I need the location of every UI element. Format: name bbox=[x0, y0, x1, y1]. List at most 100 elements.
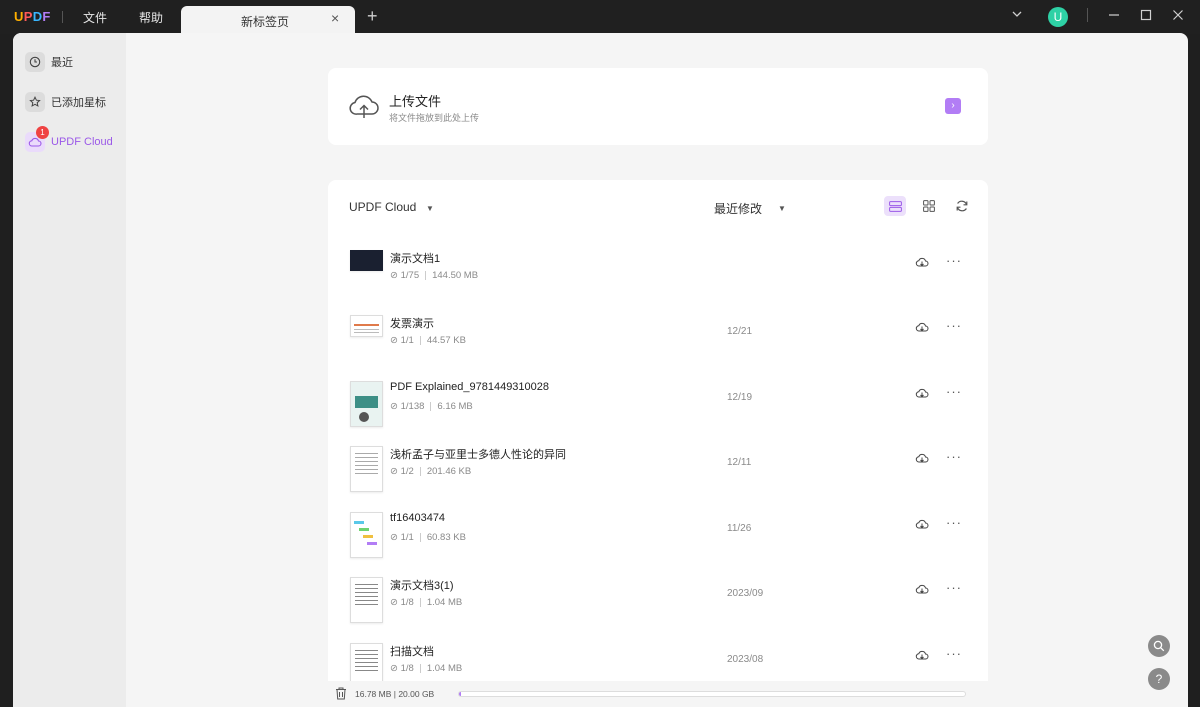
page-icon: ⊘ bbox=[390, 663, 401, 674]
file-meta: ⊘ 1/75 144.50 MB bbox=[390, 270, 478, 281]
file-size: 144.50 MB bbox=[432, 270, 479, 281]
file-thumbnail bbox=[350, 512, 383, 558]
more-options-icon[interactable]: ··· bbox=[946, 384, 962, 399]
sort-label: 最近修改 bbox=[714, 202, 763, 216]
file-name: 演示文档1 bbox=[390, 253, 441, 265]
refresh-icon bbox=[956, 200, 968, 212]
tab-close-icon[interactable]: × bbox=[331, 10, 339, 26]
page-icon: ⊘ bbox=[390, 532, 401, 543]
file-row[interactable]: 演示文档3(1) ⊘ 1/8 1.04 MB 2023/09 ··· bbox=[328, 577, 988, 642]
file-row[interactable]: 浅析孟子与亚里士多德人性论的异同 ⊘ 1/2 201.46 KB 12/11 ··… bbox=[328, 446, 988, 511]
more-options-icon[interactable]: ··· bbox=[946, 253, 962, 268]
maximize-button[interactable] bbox=[1140, 8, 1152, 24]
chevron-down-icon[interactable] bbox=[1011, 7, 1023, 23]
sidebar-item-updf-cloud[interactable]: 1 UPDF Cloud bbox=[25, 126, 121, 155]
menu-help[interactable]: 帮助 bbox=[139, 9, 163, 26]
clock-icon bbox=[25, 52, 45, 72]
file-name: 浅析孟子与亚里士多德人性论的异同 bbox=[390, 449, 566, 461]
sidebar-item-label: UPDF Cloud bbox=[51, 136, 113, 148]
sidebar-item-starred[interactable]: 已添加星标 bbox=[25, 89, 121, 115]
caret-down-icon[interactable]: ▼ bbox=[778, 204, 786, 213]
avatar[interactable]: U bbox=[1048, 7, 1068, 27]
chevron-right-icon[interactable]: › bbox=[945, 98, 961, 114]
sidebar-item-recent[interactable]: 最近 bbox=[25, 49, 121, 75]
help-button[interactable]: ? bbox=[1148, 668, 1170, 690]
list-view-button[interactable] bbox=[884, 196, 906, 216]
file-meta: ⊘ 1/1 60.83 KB bbox=[390, 532, 466, 543]
cloud-icon: 1 bbox=[25, 126, 49, 152]
file-pages: 1/75 bbox=[400, 270, 420, 281]
file-name: 扫描文档 bbox=[390, 646, 434, 658]
file-meta: ⊘ 1/8 1.04 MB bbox=[390, 597, 462, 608]
tab-new-page[interactable]: 新标签页 × bbox=[181, 6, 355, 34]
upload-card[interactable]: 上传文件 将文件拖放到此处上传 › bbox=[328, 68, 988, 145]
file-row[interactable]: PDF Explained_9781449310028 ⊘ 1/138 6.16 … bbox=[328, 381, 988, 446]
cloud-download-icon[interactable] bbox=[915, 583, 929, 595]
refresh-button[interactable] bbox=[951, 196, 973, 216]
file-size: 60.83 KB bbox=[426, 532, 466, 543]
file-thumbnail bbox=[350, 577, 383, 623]
storage-usage: 16.78 MB | 20.00 GB bbox=[355, 689, 435, 699]
cloud-download-icon[interactable] bbox=[915, 518, 929, 530]
file-row[interactable]: tf16403474 ⊘ 1/1 60.83 KB 11/26 ··· bbox=[328, 512, 988, 577]
cloud-upload-icon bbox=[348, 92, 380, 125]
file-date: 2023/08 bbox=[727, 654, 764, 665]
storage-bar-fill bbox=[459, 692, 461, 696]
page-icon: ⊘ bbox=[390, 597, 401, 608]
page-icon: ⊘ bbox=[390, 270, 401, 281]
caret-down-icon[interactable]: ▼ bbox=[426, 204, 434, 213]
file-date: 2023/09 bbox=[727, 588, 764, 599]
cloud-folder-dropdown[interactable]: UPDF Cloud bbox=[349, 200, 416, 214]
grid-view-button[interactable] bbox=[918, 196, 940, 216]
file-date: 11/26 bbox=[727, 523, 752, 534]
notification-badge: 1 bbox=[36, 126, 49, 139]
menu-file[interactable]: 文件 bbox=[83, 9, 107, 26]
file-pages: 1/2 bbox=[400, 466, 414, 477]
file-pages: 1/8 bbox=[400, 597, 414, 608]
more-options-icon[interactable]: ··· bbox=[946, 646, 962, 661]
file-size: 44.57 KB bbox=[426, 335, 466, 346]
grid-view-icon bbox=[923, 200, 935, 212]
sort-dropdown[interactable]: 最近修改 bbox=[714, 200, 762, 217]
file-meta: ⊘ 1/1 44.57 KB bbox=[390, 335, 466, 346]
sidebar-item-label: 已添加星标 bbox=[51, 97, 106, 109]
title-divider bbox=[62, 11, 63, 23]
file-size: 6.16 MB bbox=[437, 401, 473, 412]
title-bar: UPDF 文件 帮助 新标签页 × + U bbox=[0, 0, 1200, 34]
trash-icon[interactable] bbox=[335, 687, 347, 700]
file-pages: 1/138 bbox=[400, 401, 425, 412]
file-date: 12/11 bbox=[727, 457, 752, 468]
more-options-icon[interactable]: ··· bbox=[946, 449, 962, 464]
file-meta: ⊘ 1/138 6.16 MB bbox=[390, 401, 473, 412]
file-thumbnail bbox=[350, 381, 383, 427]
file-name: PDF Explained_9781449310028 bbox=[390, 381, 550, 393]
more-options-icon[interactable]: ··· bbox=[946, 318, 962, 333]
more-options-icon[interactable]: ··· bbox=[946, 580, 962, 595]
add-tab-button[interactable]: + bbox=[367, 7, 378, 25]
more-options-icon[interactable]: ··· bbox=[946, 515, 962, 530]
cloud-download-icon[interactable] bbox=[915, 649, 929, 661]
sidebar: 最近 已添加星标 1 UPDF Cloud bbox=[13, 33, 126, 707]
list-view-icon bbox=[888, 200, 902, 212]
file-thumbnail bbox=[350, 446, 383, 492]
file-row[interactable]: 演示文档1 ⊘ 1/75 144.50 MB ··· bbox=[328, 250, 988, 315]
file-thumbnail bbox=[350, 250, 383, 271]
close-button[interactable] bbox=[1172, 8, 1184, 24]
sidebar-item-label: 最近 bbox=[51, 57, 73, 69]
cloud-download-icon[interactable] bbox=[915, 256, 929, 268]
minimize-button[interactable] bbox=[1108, 8, 1120, 24]
help-icon: ? bbox=[1155, 672, 1163, 686]
search-button[interactable] bbox=[1148, 635, 1170, 657]
file-row[interactable]: 发票演示 ⊘ 1/1 44.57 KB 12/21 ··· bbox=[328, 315, 988, 380]
file-size: 201.46 KB bbox=[426, 466, 472, 477]
file-name: 演示文档3(1) bbox=[390, 580, 454, 592]
cloud-download-icon[interactable] bbox=[915, 452, 929, 464]
cloud-download-icon[interactable] bbox=[915, 387, 929, 399]
file-pages: 1/1 bbox=[400, 532, 414, 543]
file-size: 1.04 MB bbox=[426, 663, 463, 674]
cloud-download-icon[interactable] bbox=[915, 321, 929, 333]
updf-logo: UPDF bbox=[14, 9, 51, 24]
file-size: 1.04 MB bbox=[426, 597, 463, 608]
file-thumbnail bbox=[350, 315, 383, 337]
page-icon: ⊘ bbox=[390, 401, 401, 412]
